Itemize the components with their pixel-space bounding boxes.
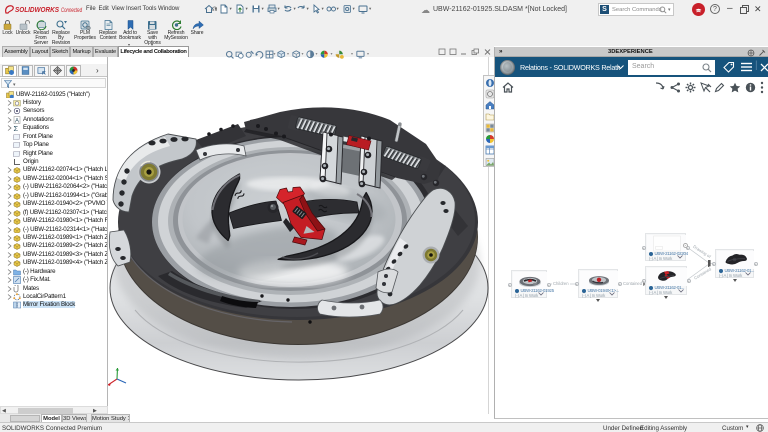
svg-text:Σ: Σ	[14, 124, 19, 132]
